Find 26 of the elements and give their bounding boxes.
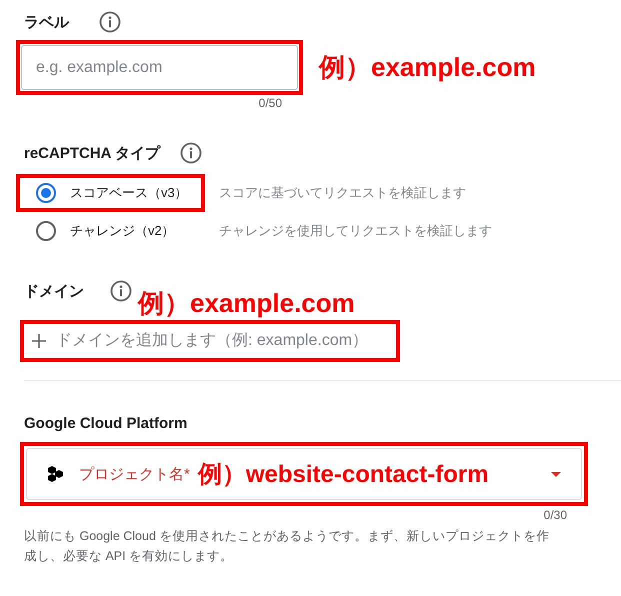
field-label: ドメイン (24, 282, 84, 301)
radio-button[interactable] (36, 183, 56, 203)
annotation-text: 例）website-contact-form (198, 460, 489, 490)
option-description: チャレンジを使用してリクエストを検証します (219, 222, 492, 240)
help-text: 以前にも Google Cloud を使用されたことがあるようです。まず、新しいプロジェクトを作成し、必要な API を有効にします。 (24, 528, 550, 565)
option-label[interactable]: スコアベース（v3） (70, 184, 188, 202)
option-label[interactable]: チャレンジ（v2） (70, 222, 175, 240)
character-counter: 0/30 (544, 508, 567, 522)
info-icon (110, 280, 132, 302)
input-field[interactable]: e.g. example.com (21, 45, 298, 90)
field-label: プロジェクト名* (79, 464, 190, 484)
caret-icon (551, 472, 561, 476)
info-icon (180, 142, 202, 164)
info-icon (99, 11, 121, 33)
annotation-text: 例）example.com (319, 51, 536, 84)
field-label: Google Cloud Platform (24, 415, 188, 432)
field-label: reCAPTCHA タイプ (24, 144, 160, 162)
plus-icon (32, 334, 46, 348)
domain-field[interactable]: ドメインを追加します（例: example.com） (20, 320, 400, 362)
project-dropdown[interactable]: プロジェクト名* 例）website-contact-form (26, 448, 582, 500)
field-label: ラベル (24, 12, 69, 32)
radio-button[interactable] (36, 221, 56, 241)
option-description: スコアに基づいてリクエストを検証します (219, 184, 466, 202)
character-counter: 0/50 (258, 96, 282, 110)
hexagon-cluster-icon (47, 466, 65, 482)
annotation-text: 例）example.com (138, 287, 355, 320)
